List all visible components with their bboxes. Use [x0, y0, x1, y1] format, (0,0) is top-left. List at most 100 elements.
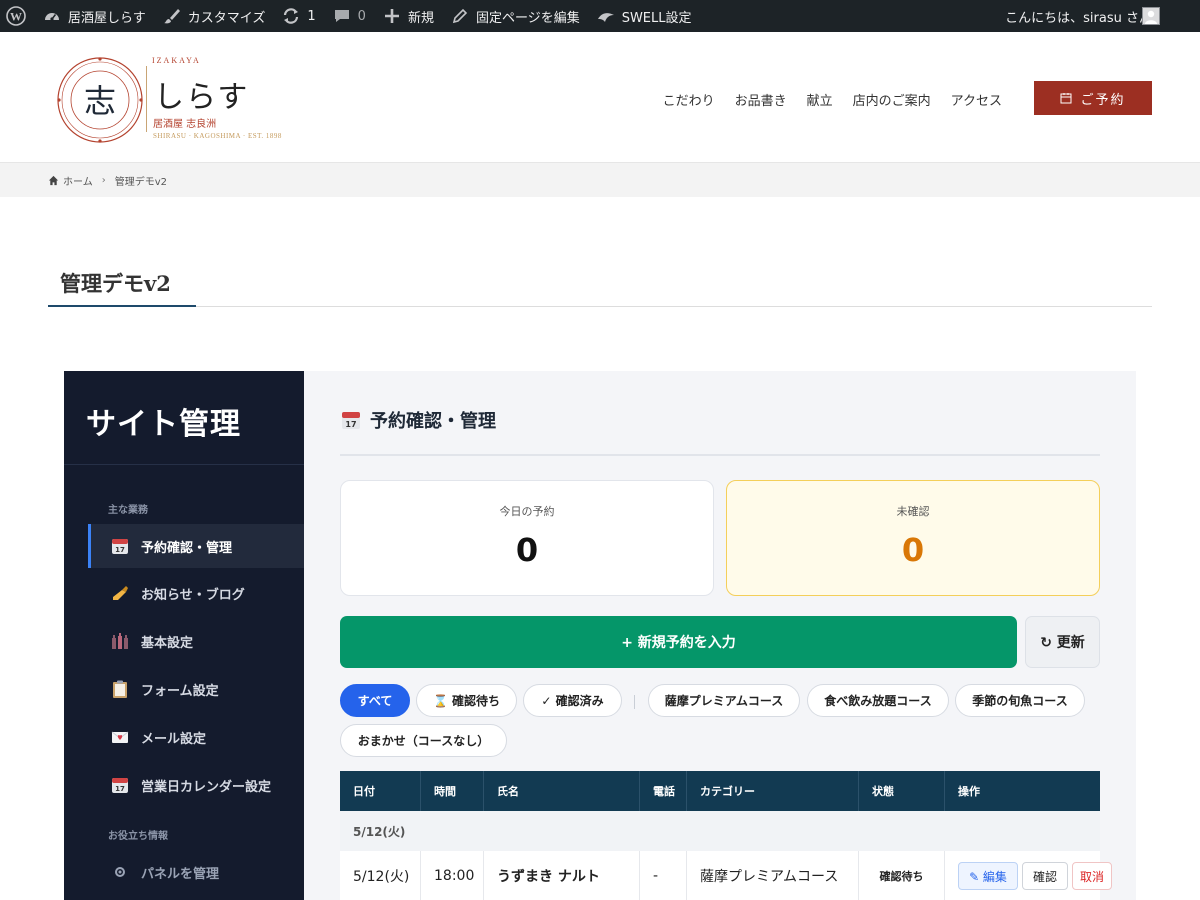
sidebar-item-reservations[interactable]: 17 予約確認・管理 [88, 524, 304, 568]
calendar-icon: 17 [110, 536, 130, 556]
customize-label: カスタマイズ [187, 10, 266, 26]
column-header-name: 氏名 [484, 771, 640, 811]
comments-link[interactable]: 0 [324, 0, 374, 32]
sidebar-item-label: 予約確認・管理 [141, 540, 233, 556]
cell-phone: - [640, 851, 687, 900]
new-reservation-button[interactable]: + 新規予約を入力 [340, 616, 1017, 668]
clipboard-icon [110, 679, 130, 699]
updates-link[interactable]: 1 [273, 0, 323, 32]
column-header-date: 日付 [340, 771, 421, 811]
comment-icon [332, 6, 352, 26]
site-header: 志 IZAKAYA しらす 居酒屋 志良洲 SHIRASU · KAGOSHIM… [0, 32, 1200, 163]
breadcrumb-current: 管理デモv2 [114, 176, 167, 188]
section-heading-label: 予約確認・管理 [370, 411, 496, 432]
svg-text:17: 17 [345, 420, 356, 429]
logo-jp-subtitle: 居酒屋 志良洲 [153, 119, 217, 130]
sidebar-item-label: フォーム設定 [141, 683, 219, 699]
nav-item-access[interactable]: アクセス [941, 90, 1012, 109]
filter-chip-confirmed[interactable]: ✓ 確認済み [523, 684, 622, 717]
breadcrumb-home[interactable]: ホーム [63, 173, 93, 188]
new-content-link[interactable]: 新規 [374, 0, 442, 32]
calendar-icon: 17 [342, 412, 360, 429]
cell-name: うずまき ナルト [484, 851, 640, 900]
sidebar-title: サイト管理 [86, 407, 241, 442]
logo-sub-top: IZAKAYA [152, 56, 201, 65]
table-row[interactable]: 5/12(火) 18:00 うずまき ナルト - 薩摩プレミアムコース 確認待ち… [340, 851, 1112, 900]
cancel-button[interactable]: 取消 [1072, 862, 1112, 890]
cell-status: 確認待ち [859, 851, 945, 900]
filter-chip-premium-course[interactable]: 薩摩プレミアムコース [648, 684, 800, 717]
column-header-time: 時間 [421, 771, 484, 811]
edit-page-label: 固定ページを編集 [475, 10, 580, 26]
new-label: 新規 [407, 10, 434, 26]
nav-item-menu[interactable]: お品書き [725, 90, 797, 109]
filter-chip-all-you-can-eat[interactable]: 食べ飲み放題コース [807, 684, 949, 717]
filter-chip-pending[interactable]: ⌛ 確認待ち [416, 684, 517, 717]
filter-chip-seasonal-fish[interactable]: 季節の旬魚コース [955, 684, 1085, 717]
sidebar-item-label: 営業日カレンダー設定 [141, 779, 272, 795]
nav-item-kodawari[interactable]: こだわり [653, 90, 725, 109]
sidebar-item-label: メール設定 [141, 731, 207, 747]
refresh-icon [281, 6, 301, 26]
column-header-phone: 電話 [640, 771, 687, 811]
wordpress-logo-button[interactable]: W [0, 0, 34, 32]
sidebar-item-news[interactable]: お知らせ・ブログ [88, 571, 304, 615]
comments-count: 0 [357, 8, 366, 24]
admin-panel: サイト管理 主な業務 17 予約確認・管理 お知らせ・ブログ 基本設定 フォーム… [64, 371, 1136, 900]
edit-page-link[interactable]: 固定ページを編集 [442, 0, 588, 32]
cell-category: 薩摩プレミアムコース [687, 851, 859, 900]
status-badge: 確認待ち [879, 870, 924, 883]
cell-time: 18:00 [421, 851, 484, 900]
stat-label: 今日の予約 [499, 505, 555, 518]
sidebar-item-calendar-settings[interactable]: 17 営業日カレンダー設定 [88, 763, 304, 807]
date-group-row: 5/12(火) [340, 811, 1100, 851]
sidebar-item-label: パネルを管理 [141, 866, 220, 882]
avatar[interactable] [1142, 7, 1160, 25]
filter-chip-all[interactable]: すべて [340, 684, 410, 717]
logo-divider [146, 66, 147, 132]
logo-en-subtitle: SHIRASU · KAGOSHIMA · EST. 1898 [153, 132, 282, 140]
calendar-icon [1060, 93, 1072, 104]
stat-card-today: 今日の予約 0 [340, 480, 714, 596]
wordpress-icon: W [6, 6, 26, 26]
calendar-icon: 17 [110, 775, 130, 795]
admin-sidebar: サイト管理 主な業務 17 予約確認・管理 お知らせ・ブログ 基本設定 フォーム… [64, 371, 304, 900]
title-divider [48, 306, 1152, 307]
logo-kanji: 志 [84, 82, 116, 120]
swell-logo-icon [596, 6, 616, 26]
title-accent-line [48, 305, 196, 307]
customize-link[interactable]: カスタマイズ [154, 0, 274, 32]
sidebar-item-basic-settings[interactable]: 基本設定 [88, 619, 304, 663]
brush-icon [162, 6, 182, 26]
svg-text:17: 17 [115, 546, 125, 554]
updates-count: 1 [307, 8, 316, 24]
nav-item-kondate[interactable]: 献立 [797, 90, 843, 109]
admin-main: 17 予約確認・管理 今日の予約 0 未確認 0 + 新規予約を入力 ↻ 更新 … [304, 371, 1136, 900]
confirm-button[interactable]: 確認 [1022, 862, 1068, 890]
nav-item-guide[interactable]: 店内のご案内 [843, 90, 941, 109]
site-name-link[interactable]: 居酒屋しらす [34, 0, 154, 32]
chevron-right-icon: › [101, 174, 106, 186]
reserve-button[interactable]: ご予約 [1034, 81, 1152, 115]
site-name-label: 居酒屋しらす [68, 10, 146, 26]
sidebar-divider [64, 464, 304, 465]
filter-chip-omakase[interactable]: おまかせ（コースなし） [340, 724, 507, 757]
bottles-icon [110, 631, 130, 651]
gear-icon [110, 862, 130, 882]
stat-card-unconfirmed: 未確認 0 [726, 480, 1100, 596]
reserve-label: ご予約 [1080, 92, 1126, 108]
site-logo[interactable]: 志 IZAKAYA しらす 居酒屋 志良洲 SHIRASU · KAGOSHIM… [56, 56, 296, 144]
love-letter-icon [110, 727, 130, 747]
refresh-button[interactable]: ↻ 更新 [1025, 616, 1100, 668]
sidebar-item-mail-settings[interactable]: メール設定 [88, 715, 304, 759]
sidebar-item-form-settings[interactable]: フォーム設定 [88, 667, 304, 711]
edit-button[interactable]: ✎ 編集 [958, 862, 1018, 890]
column-header-category: カテゴリー [687, 771, 859, 811]
svg-text:17: 17 [115, 785, 125, 793]
plus-icon [382, 6, 402, 26]
greeting-link[interactable]: こんにちは、sirasu さん [1005, 7, 1152, 26]
swell-settings-link[interactable]: SWELL設定 [588, 0, 700, 32]
stat-value: 0 [515, 531, 539, 569]
sidebar-item-label: お知らせ・ブログ [141, 587, 245, 603]
sidebar-item-manage-panel[interactable]: パネルを管理 [88, 850, 304, 894]
